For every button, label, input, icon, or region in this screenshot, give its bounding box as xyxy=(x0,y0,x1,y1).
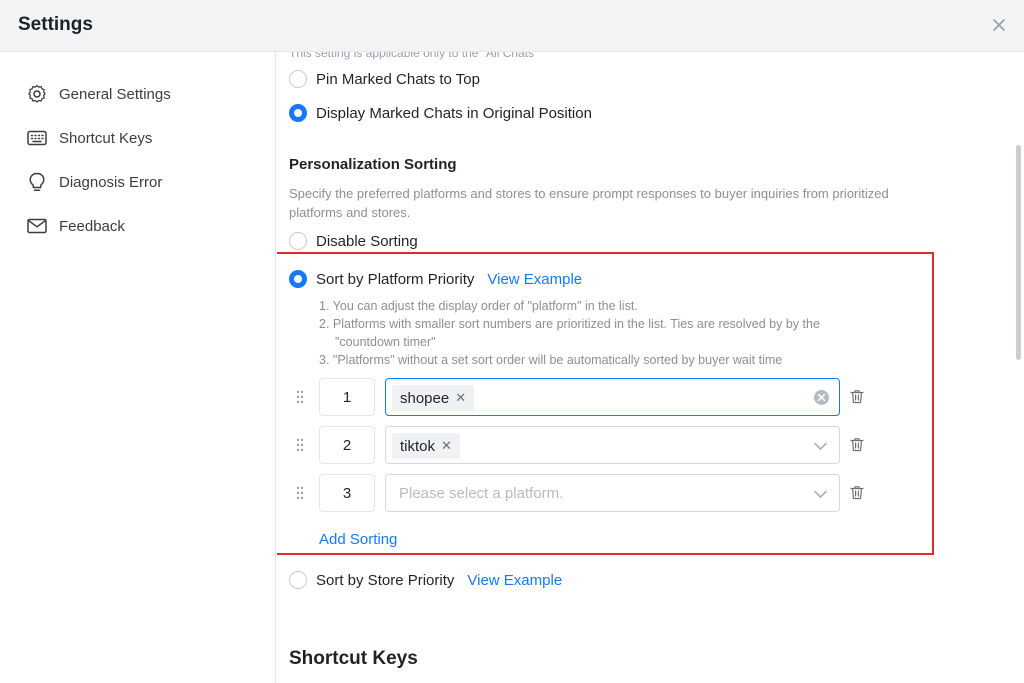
radio-platform-priority[interactable]: Sort by Platform Priority View Example xyxy=(289,268,582,290)
radio-button[interactable] xyxy=(289,571,307,589)
radio-disable-sorting[interactable]: Disable Sorting xyxy=(289,230,418,252)
sidebar-item-general-settings[interactable]: General Settings xyxy=(26,82,171,106)
drag-handle-icon[interactable] xyxy=(295,390,305,404)
delete-row-icon[interactable] xyxy=(850,437,864,452)
settings-window: Settings General Settings Shortcut Keys … xyxy=(0,0,1024,683)
rule-item: 1. You can adjust the display order of "… xyxy=(319,299,638,313)
view-example-link[interactable]: View Example xyxy=(467,572,562,589)
platform-select[interactable]: Please select a platform. xyxy=(385,474,840,512)
personalization-description: Specify the preferred platforms and stor… xyxy=(289,186,889,220)
close-icon[interactable] xyxy=(990,16,1008,34)
sidebar-item-label: Feedback xyxy=(59,217,125,235)
radio-label: Sort by Platform Priority xyxy=(316,270,475,288)
radio-button-selected[interactable] xyxy=(289,270,307,288)
radio-button[interactable] xyxy=(289,70,307,88)
lightbulb-icon xyxy=(26,171,48,193)
delete-row-icon[interactable] xyxy=(850,389,864,404)
drag-handle-icon[interactable] xyxy=(295,486,305,500)
personalization-title: Personalization Sorting xyxy=(289,156,457,173)
rule-item: 3. "Platforms" without a set sort order … xyxy=(319,353,783,367)
platform-tag: shopee ✕ xyxy=(392,385,475,411)
delete-row-icon[interactable] xyxy=(850,485,864,500)
radio-label: Pin Marked Chats to Top xyxy=(316,70,480,88)
sidebar: General Settings Shortcut Keys Diagnosis… xyxy=(0,52,276,683)
sidebar-item-label: Shortcut Keys xyxy=(59,129,153,147)
sort-number-input[interactable]: 2 xyxy=(319,426,375,464)
gear-icon xyxy=(26,83,48,105)
sidebar-item-feedback[interactable]: Feedback xyxy=(26,214,125,238)
radio-label: Display Marked Chats in Original Positio… xyxy=(316,104,592,122)
settings-content: This setting is applicable only to the "… xyxy=(277,52,1024,683)
sidebar-item-shortcut-keys[interactable]: Shortcut Keys xyxy=(26,126,152,150)
tag-label: shopee xyxy=(400,389,450,407)
drag-handle-icon[interactable] xyxy=(295,438,305,452)
keyboard-icon xyxy=(26,127,48,149)
shortcut-keys-heading: Shortcut Keys xyxy=(289,648,418,669)
tag-remove-icon[interactable]: ✕ xyxy=(455,390,466,406)
platform-select[interactable]: tiktok ✕ xyxy=(385,426,840,464)
view-example-link[interactable]: View Example xyxy=(487,271,582,288)
window-title: Settings xyxy=(18,14,93,35)
sort-number-input[interactable]: 1 xyxy=(319,378,375,416)
rule-item: 2. Platforms with smaller sort numbers a… xyxy=(319,317,820,331)
radio-button[interactable] xyxy=(289,232,307,250)
sidebar-item-diagnosis-error[interactable]: Diagnosis Error xyxy=(26,170,162,194)
sorting-rules: 1. You can adjust the display order of "… xyxy=(319,297,820,369)
radio-button-selected[interactable] xyxy=(289,104,307,122)
clear-icon[interactable] xyxy=(814,390,829,405)
sidebar-item-label: Diagnosis Error xyxy=(59,173,163,191)
platform-select[interactable]: shopee ✕ xyxy=(385,378,840,416)
title-bar: Settings xyxy=(0,0,1024,52)
mail-icon xyxy=(26,215,48,237)
scope-note: This setting is applicable only to the "… xyxy=(289,52,539,60)
scrollbar-thumb[interactable] xyxy=(1016,145,1021,360)
chevron-down-icon xyxy=(814,442,827,450)
radio-original-position[interactable]: Display Marked Chats in Original Positio… xyxy=(289,102,592,124)
platform-tag: tiktok ✕ xyxy=(392,433,460,459)
radio-store-priority[interactable]: Sort by Store Priority View Example xyxy=(289,569,562,591)
radio-pin-marked-chats[interactable]: Pin Marked Chats to Top xyxy=(289,68,480,90)
chevron-down-icon xyxy=(814,490,827,498)
sort-number-input[interactable]: 3 xyxy=(319,474,375,512)
sidebar-item-label: General Settings xyxy=(59,85,171,103)
select-placeholder: Please select a platform. xyxy=(399,485,564,502)
radio-label: Disable Sorting xyxy=(316,232,418,250)
add-sorting-link[interactable]: Add Sorting xyxy=(319,531,397,548)
radio-label: Sort by Store Priority xyxy=(316,571,455,589)
tag-remove-icon[interactable]: ✕ xyxy=(441,438,452,454)
tag-label: tiktok xyxy=(400,437,436,455)
rule-item-continued: "countdown timer" xyxy=(335,335,436,349)
